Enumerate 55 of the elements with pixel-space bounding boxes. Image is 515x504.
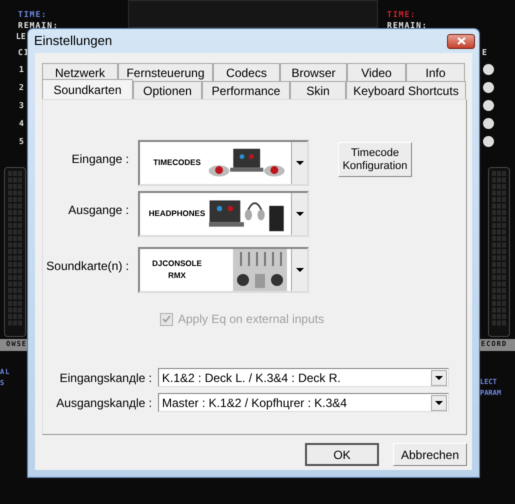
device-dropdown[interactable]: DJCONSOLE RMX — [138, 247, 309, 293]
field-label: Soundkarte(n) : — [45, 258, 129, 275]
dropdown-value: Master : K.1&2 / Kopfhцrer : K.3&4 — [161, 394, 348, 412]
field-label: Eingangskanдle : — [58, 370, 152, 386]
dropdown-arrow-icon — [435, 400, 443, 404]
timecode-config-button[interactable]: Timecode Konfiguration — [338, 142, 412, 177]
tab[interactable]: Codecs — [213, 63, 280, 81]
time-label: TIME: — [387, 9, 416, 20]
channel-dropdown[interactable]: Master : K.1&2 / Kopfhцrer : K.3&4 — [158, 393, 449, 412]
knob-icon[interactable] — [483, 64, 494, 75]
deck-label: LE — [16, 31, 26, 42]
dialog-button[interactable]: Abbrechen — [393, 443, 467, 466]
knob-icon[interactable] — [483, 136, 494, 147]
dropdown-value: K.1&2 : Deck L. / K.3&4 : Deck R. — [161, 370, 342, 386]
channel-dropdown[interactable]: K.1&2 : Deck L. / K.3&4 : Deck R. — [158, 368, 449, 387]
tab[interactable]: Optionen — [133, 81, 202, 99]
row-number: 5 — [19, 136, 25, 147]
list-header: E — [481, 47, 488, 58]
dialog-button[interactable]: OK — [305, 443, 379, 466]
close-button[interactable] — [447, 34, 475, 48]
tab[interactable]: Video — [347, 63, 406, 81]
row-number: 4 — [19, 118, 25, 129]
tab[interactable]: Info — [406, 63, 465, 81]
device-name: DJCONSOLE RMX — [151, 258, 203, 282]
mixer-drawing — [233, 249, 287, 291]
time-label: TIME: — [18, 9, 48, 20]
knob-icon[interactable] — [483, 82, 494, 93]
tab[interactable]: Skin — [290, 81, 346, 99]
dropdown-arrow-icon — [296, 161, 304, 165]
row-number: 3 — [19, 100, 25, 111]
tab[interactable]: Performance — [202, 81, 290, 99]
tab[interactable]: Keyboard Shortcuts — [346, 81, 466, 99]
field-label: Ausgangskanдle : — [55, 394, 152, 412]
device-dropdown[interactable]: TIMECODES — [138, 140, 309, 186]
dropdown-arrow-icon — [296, 212, 304, 216]
row-number: 2 — [19, 82, 25, 93]
device-name: TIMECODES — [152, 157, 202, 169]
remain-label: REMAIN: — [18, 20, 59, 31]
device-name: HEADPHONES — [148, 208, 206, 220]
check-icon — [162, 315, 171, 323]
device-dropdown[interactable]: HEADPHONES — [138, 191, 309, 237]
dropdown-arrow-icon — [296, 268, 304, 272]
window-title: Einstellungen — [34, 32, 112, 50]
remain-label: REMAIN: — [387, 20, 428, 31]
knob-icon[interactable] — [483, 100, 494, 111]
dropdown-arrow-icon — [435, 376, 443, 380]
tab[interactable]: Fernsteuerung — [118, 63, 213, 81]
knob-icon[interactable] — [483, 118, 494, 129]
close-icon — [456, 37, 466, 45]
row-number: 1 — [19, 64, 25, 75]
field-label: Ausgange : — [67, 202, 129, 219]
tab[interactable]: Soundkarten — [42, 79, 133, 99]
field-label: Eingange : — [70, 151, 129, 168]
tab[interactable]: Browser — [280, 63, 347, 81]
checkbox-label: Apply Eq on external inputs — [178, 311, 324, 328]
